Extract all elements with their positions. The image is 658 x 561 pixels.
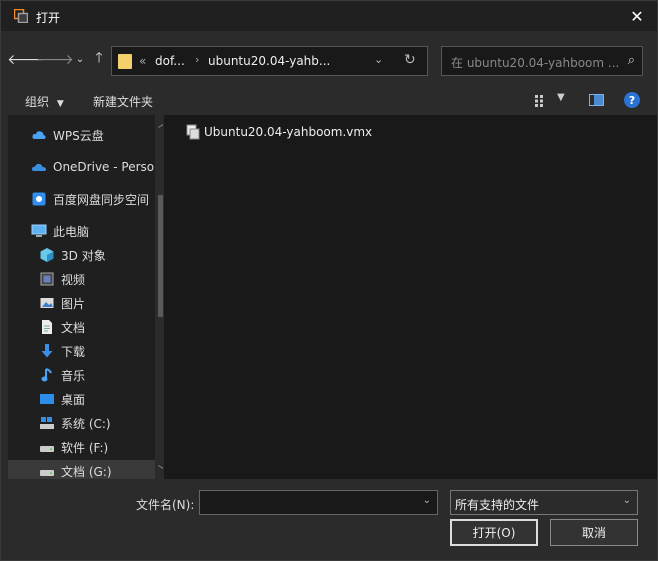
open-file-dialog: 打开 ✕ 🡐 🡒 ⌄ 🡑 « dof... › ubuntu20.04-yahb… bbox=[0, 0, 658, 561]
sidebar-item-music[interactable]: 音乐 bbox=[39, 364, 85, 386]
refresh-icon[interactable]: ↻ bbox=[404, 52, 416, 68]
baidu-netdisk-icon bbox=[32, 192, 46, 206]
sidebar-item-label: 文档 (G:) bbox=[61, 464, 112, 479]
sidebar-item-label: 桌面 bbox=[61, 392, 86, 407]
chevron-down-icon: ⌄ bbox=[622, 495, 631, 506]
video-icon bbox=[40, 272, 54, 286]
desktop-icon bbox=[40, 394, 54, 404]
chevron-down-icon[interactable]: ⌄ bbox=[423, 495, 431, 506]
vmware-app-icon bbox=[14, 9, 28, 23]
sidebar-item-pictures[interactable]: 图片 bbox=[39, 292, 85, 314]
scroll-down-icon[interactable]: ﹀ bbox=[155, 463, 163, 477]
file-name: Ubuntu20.04-yahboom.vmx bbox=[204, 125, 373, 139]
navigation-bar: 🡐 🡒 ⌄ 🡑 « dof... › ubuntu20.04-yahb... ⌄… bbox=[1, 31, 657, 87]
back-button[interactable]: 🡐 bbox=[7, 51, 45, 68]
sidebar-item-label: 系统 (C:) bbox=[61, 416, 111, 431]
file-list: Ubuntu20.04-yahboom.vmx bbox=[164, 115, 657, 479]
sidebar-item-downloads[interactable]: 下载 bbox=[39, 340, 85, 362]
sidebar-item-label: 软件 (F:) bbox=[61, 440, 109, 455]
sidebar-item-label: 图片 bbox=[61, 296, 86, 311]
drive-icon bbox=[40, 446, 54, 452]
chevron-down-icon: ⌄ bbox=[75, 53, 85, 65]
file-item[interactable]: Ubuntu20.04-yahboom.vmx bbox=[185, 124, 372, 140]
search-box[interactable]: 在 ubuntu20.04-yahboom ... ⌕ bbox=[441, 46, 643, 76]
help-icon[interactable]: ? bbox=[624, 92, 640, 108]
open-button[interactable]: 打开(O) bbox=[450, 519, 538, 546]
close-button[interactable]: ✕ bbox=[617, 1, 657, 31]
breadcrumb-item-dof[interactable]: dof... bbox=[155, 54, 185, 68]
organize-button[interactable]: 组织 ▼ bbox=[25, 93, 64, 110]
address-bar[interactable]: « dof... › ubuntu20.04-yahb... ⌄ ↻ bbox=[111, 46, 428, 76]
sidebar-item-label: 视频 bbox=[61, 272, 86, 287]
address-dropdown-icon[interactable]: ⌄ bbox=[374, 53, 383, 66]
cancel-button[interactable]: 取消 bbox=[550, 519, 638, 546]
drive-icon bbox=[40, 470, 54, 476]
new-folder-button[interactable]: 新建文件夹 bbox=[93, 93, 153, 110]
picture-icon bbox=[40, 298, 54, 308]
view-options-icon[interactable] bbox=[534, 94, 548, 108]
breadcrumb-item-ubuntu[interactable]: ubuntu20.04-yahb... bbox=[208, 54, 330, 68]
computer-icon bbox=[31, 224, 47, 237]
arrow-right-icon: 🡒 bbox=[36, 51, 74, 68]
sidebar-item-this-pc[interactable]: 此电脑 bbox=[31, 220, 89, 242]
sidebar-item-label: 文档 bbox=[61, 320, 86, 335]
title-bar: 打开 ✕ bbox=[1, 1, 657, 31]
sidebar-item-onedrive[interactable]: OneDrive - Perso bbox=[31, 156, 154, 178]
arrow-up-icon: 🡑 bbox=[95, 50, 103, 66]
sidebar-item-wps-cloud[interactable]: WPS云盘 bbox=[31, 124, 104, 146]
forward-button[interactable]: 🡒 bbox=[36, 51, 74, 68]
download-icon bbox=[41, 344, 53, 358]
cube-3d-icon bbox=[40, 248, 54, 262]
recent-locations-button[interactable]: ⌄ bbox=[72, 51, 88, 67]
sidebar-item-drive-c[interactable]: 系统 (C:) bbox=[39, 412, 111, 434]
scroll-up-icon[interactable]: ︿ bbox=[155, 117, 163, 131]
system-drive-icon bbox=[40, 417, 54, 429]
preview-pane-icon[interactable] bbox=[589, 94, 604, 106]
sidebar-item-desktop[interactable]: 桌面 bbox=[39, 388, 85, 410]
bottom-panel: 文件名(N): ⌄ 所有支持的文件 ⌄ 打开(O) 取消 bbox=[1, 479, 657, 560]
onedrive-icon bbox=[31, 163, 46, 171]
sidebar-item-label: 音乐 bbox=[61, 368, 86, 383]
sidebar-item-label: WPS云盘 bbox=[53, 128, 104, 143]
chevron-down-icon: ▼ bbox=[56, 99, 64, 109]
music-icon bbox=[41, 368, 52, 382]
organize-label: 组织 bbox=[25, 95, 50, 109]
scrollbar-thumb[interactable] bbox=[158, 195, 163, 317]
filename-label: 文件名(N): bbox=[136, 498, 195, 512]
navigation-pane: WPS云盘 OneDrive - Perso 百度网盘同步空间 此电脑 3D 对… bbox=[8, 115, 163, 479]
filetype-select[interactable]: 所有支持的文件 ⌄ bbox=[450, 490, 638, 515]
toolbar: 组织 ▼ 新建文件夹 ▼ ? bbox=[1, 87, 657, 115]
sidebar-item-drive-g[interactable]: 文档 (G:) bbox=[8, 460, 155, 479]
sidebar-item-documents[interactable]: 文档 bbox=[39, 316, 85, 338]
breadcrumb-separator-icon: › bbox=[195, 53, 200, 66]
folder-icon bbox=[118, 54, 132, 69]
window-title: 打开 bbox=[36, 11, 61, 25]
close-icon: ✕ bbox=[630, 6, 644, 26]
sidebar-item-3d-objects[interactable]: 3D 对象 bbox=[39, 244, 106, 266]
document-icon bbox=[42, 320, 52, 334]
up-button[interactable]: 🡑 bbox=[91, 50, 107, 67]
view-dropdown-icon[interactable]: ▼ bbox=[557, 92, 565, 103]
sidebar-item-drive-f[interactable]: 软件 (F:) bbox=[39, 436, 108, 458]
sidebar-item-videos[interactable]: 视频 bbox=[39, 268, 85, 290]
sidebar-item-label: 3D 对象 bbox=[61, 248, 106, 263]
search-icon[interactable]: ⌕ bbox=[628, 53, 635, 68]
sidebar-item-label: 此电脑 bbox=[53, 224, 90, 239]
filetype-value: 所有支持的文件 bbox=[455, 498, 540, 512]
sidebar-item-label: 下载 bbox=[61, 344, 86, 359]
search-placeholder: 在 ubuntu20.04-yahboom ... bbox=[451, 56, 620, 70]
sidebar-scrollbar[interactable]: ︿ ﹀ bbox=[155, 115, 163, 479]
wps-cloud-icon bbox=[32, 131, 46, 139]
sidebar-item-label: OneDrive - Perso bbox=[53, 160, 155, 174]
sidebar-item-baidu-netdisk[interactable]: 百度网盘同步空间 bbox=[31, 188, 149, 210]
vmx-file-icon bbox=[186, 124, 200, 140]
sidebar-item-label: 百度网盘同步空间 bbox=[53, 192, 150, 207]
filename-input[interactable]: ⌄ bbox=[199, 490, 438, 515]
breadcrumb-overflow[interactable]: « bbox=[139, 54, 146, 68]
